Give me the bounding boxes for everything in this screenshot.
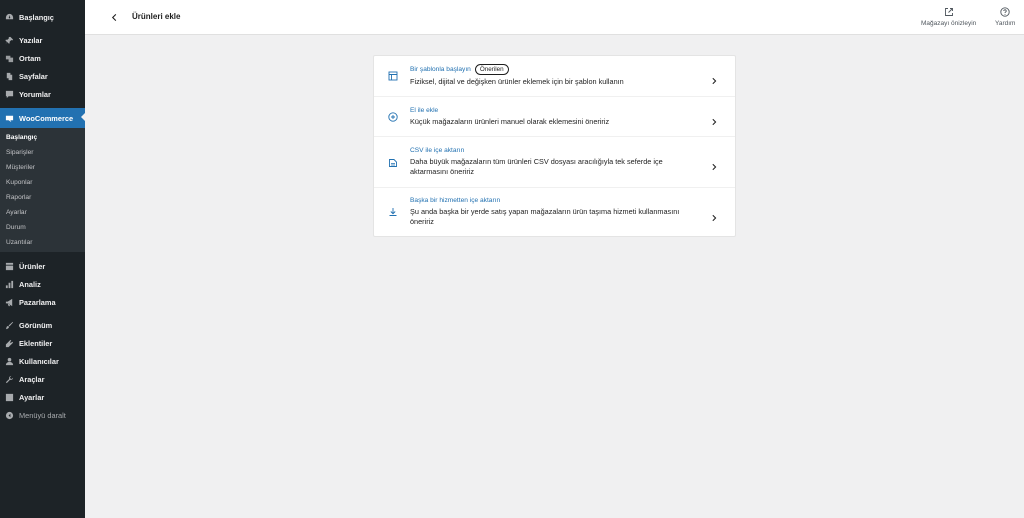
chevron-right-icon (710, 113, 718, 126)
chevron-right-icon (710, 209, 718, 222)
analytics-icon (5, 280, 14, 289)
megaphone-icon (5, 298, 14, 307)
sidebar-item-label: Analiz (19, 279, 41, 289)
sidebar-item-appearance[interactable]: Görünüm (0, 316, 85, 334)
submenu-item-home[interactable]: Başlangıç (0, 130, 85, 145)
help-label: Yardım (995, 20, 1016, 27)
submenu-item-status[interactable]: Durum (0, 220, 85, 235)
sidebar-item-label: Ayarlar (19, 392, 45, 402)
option-title: Başka bir hizmetten içe aktarın (410, 197, 501, 204)
chevron-right-icon (710, 158, 718, 171)
sidebar-item-label: Görünüm (19, 320, 53, 330)
sidebar-item-settings[interactable]: Ayarlar (0, 388, 85, 406)
sidebar-item-tools[interactable]: Araçlar (0, 370, 85, 388)
sidebar-item-label: Kullanıcılar (19, 356, 59, 366)
sidebar-item-media[interactable]: Ortam (0, 49, 85, 67)
sidebar-item-comments[interactable]: Yorumlar (0, 85, 85, 103)
sidebar-item-woocommerce[interactable]: WooCommerce (0, 108, 85, 128)
option-description: Şu anda başka bir yerde satış yapan mağa… (410, 207, 680, 226)
option-description: Fiziksel, dijital ve değişken ürünler ek… (410, 77, 624, 86)
products-icon (5, 262, 14, 271)
submenu-item-orders[interactable]: Siparişler (0, 145, 85, 160)
sidebar-item-users[interactable]: Kullanıcılar (0, 352, 85, 370)
sidebar-item-label: Eklentiler (19, 338, 53, 348)
preview-store-button[interactable]: Mağazayı önizleyin (921, 7, 976, 27)
brush-icon (5, 321, 14, 330)
external-link-icon (944, 8, 953, 16)
sidebar-item-plugins[interactable]: Eklentiler (0, 334, 85, 352)
csv-file-icon (388, 158, 398, 168)
help-icon (1000, 7, 1010, 17)
submenu-item-coupons[interactable]: Kuponlar (0, 175, 85, 190)
users-icon (5, 357, 14, 366)
sidebar-item-label: Yorumlar (19, 89, 51, 99)
sidebar-item-label: Araçlar (19, 374, 45, 384)
page-header: Ürünleri ekle Mağazayı önizleyin Yardım (85, 0, 1024, 35)
sidebar-item-products[interactable]: Ürünler (0, 257, 85, 275)
sidebar-item-label: Sayfalar (19, 71, 48, 81)
option-csv-import[interactable]: CSV ile içe aktarın Daha büyük mağazalar… (374, 137, 735, 188)
pin-icon (5, 36, 14, 45)
woocommerce-submenu: Başlangıç Siparişler Müşteriler Kuponlar… (0, 128, 85, 252)
sidebar-item-dashboard[interactable]: Başlangıç (0, 8, 85, 26)
recommended-badge: Önerilen (474, 64, 509, 75)
collapse-icon (5, 411, 14, 420)
sidebar-item-label: WooCommerce (19, 113, 74, 123)
sidebar-item-marketing[interactable]: Pazarlama (0, 293, 85, 311)
chevron-left-icon (111, 13, 116, 21)
option-manual[interactable]: El ile ekle Küçük mağazaların ürünleri m… (374, 97, 735, 137)
plugin-icon (5, 339, 14, 348)
pages-icon (5, 72, 14, 81)
option-title: CSV ile içe aktarın (410, 147, 465, 154)
option-title-text: Bir şablonla başlayın (410, 66, 471, 73)
option-title: Bir şablonla başlayın Önerilen (410, 64, 509, 75)
wrench-icon (5, 375, 14, 384)
back-button[interactable] (107, 10, 121, 24)
sidebar-item-label: Başlangıç (19, 12, 54, 22)
admin-sidebar: Başlangıç Yazılar Ortam Sayfalar Yorumla… (0, 0, 85, 518)
option-title: El ile ekle (410, 107, 439, 114)
submenu-item-settings[interactable]: Ayarlar (0, 205, 85, 220)
preview-store-label: Mağazayı önizleyin (921, 20, 977, 27)
option-description: Daha büyük mağazaların tüm ürünleri CSV … (410, 157, 663, 176)
chevron-right-icon (710, 72, 718, 85)
sidebar-item-label: Ortam (19, 53, 41, 63)
sidebar-item-label: Pazarlama (19, 297, 56, 307)
settings-icon (5, 393, 14, 402)
submenu-item-extensions[interactable]: Uzantılar (0, 235, 85, 250)
comments-icon (5, 90, 14, 99)
option-description: Küçük mağazaların ürünleri manuel olarak… (410, 117, 610, 126)
collapse-menu-button[interactable]: Menüyü daralt (0, 406, 85, 424)
option-migrate[interactable]: Başka bir hizmetten içe aktarın Şu anda … (374, 188, 735, 236)
submenu-item-customers[interactable]: Müşteriler (0, 160, 85, 175)
dashboard-icon (5, 13, 14, 22)
sidebar-item-label: Ürünler (19, 261, 46, 271)
option-template[interactable]: Bir şablonla başlayın Önerilen Fiziksel,… (374, 56, 735, 97)
sidebar-item-posts[interactable]: Yazılar (0, 31, 85, 49)
woocommerce-icon (5, 114, 14, 123)
sidebar-item-label: Yazılar (19, 35, 43, 45)
media-icon (5, 54, 14, 63)
page-title: Ürünleri ekle (132, 12, 181, 21)
download-icon (388, 207, 398, 217)
template-icon (388, 71, 398, 81)
collapse-menu-label: Menüyü daralt (19, 410, 66, 420)
sidebar-item-pages[interactable]: Sayfalar (0, 67, 85, 85)
help-button[interactable]: Yardım (995, 7, 1015, 27)
sidebar-item-analytics[interactable]: Analiz (0, 275, 85, 293)
add-products-card: Bir şablonla başlayın Önerilen Fiziksel,… (373, 55, 736, 237)
plus-circle-icon (388, 112, 398, 122)
submenu-item-reports[interactable]: Raporlar (0, 190, 85, 205)
